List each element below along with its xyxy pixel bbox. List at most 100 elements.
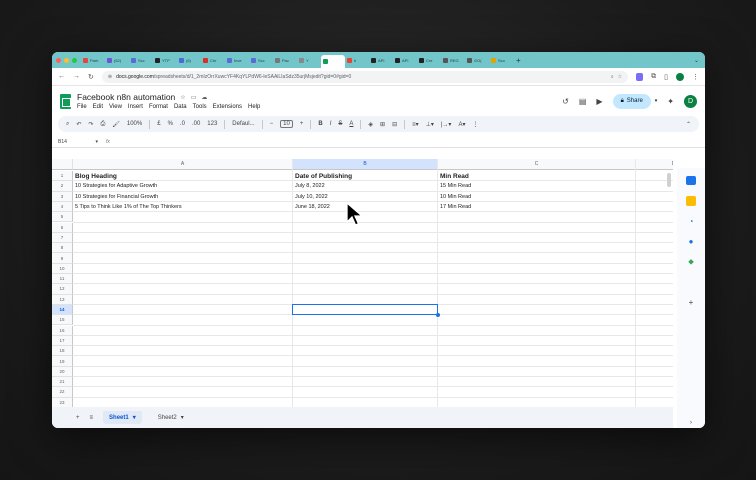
menu-tools[interactable]: Tools: [193, 104, 207, 110]
number-format-button[interactable]: 123: [207, 121, 217, 127]
data-cell[interactable]: 17 Min Read: [438, 202, 636, 212]
browser-tab[interactable]: Pav: [273, 54, 297, 66]
menu-file[interactable]: File: [77, 104, 87, 110]
italic-icon[interactable]: I: [330, 121, 332, 127]
paint-format-icon[interactable]: 🖌︎: [112, 121, 120, 128]
data-cell[interactable]: 10 Strategies for Adaptive Growth: [73, 181, 293, 191]
sheets-logo-icon[interactable]: [60, 93, 71, 109]
data-cell[interactable]: 10 Strategies for Financial Growth: [73, 192, 293, 202]
menu-extensions[interactable]: Extensions: [213, 104, 242, 110]
menu-format[interactable]: Format: [149, 104, 168, 110]
column-header-d[interactable]: D: [636, 159, 673, 170]
browser-tab[interactable]: Sco: [489, 54, 513, 66]
more-options-icon[interactable]: ⋮: [472, 121, 478, 128]
text-wrap-icon[interactable]: |→▾: [441, 121, 452, 128]
browser-tab[interactable]: API: [393, 54, 417, 66]
selected-cell-b14[interactable]: [292, 303, 440, 318]
row-header-6[interactable]: 6: [52, 222, 73, 233]
data-cell[interactable]: 10 Min Read: [438, 192, 636, 202]
row-header-12[interactable]: 12: [52, 284, 73, 295]
row-header-9[interactable]: 9: [52, 253, 73, 264]
data-cell[interactable]: June 18, 2022: [293, 202, 438, 212]
horizontal-align-icon[interactable]: ≡▾: [412, 121, 419, 128]
font-size-input[interactable]: 10: [280, 120, 293, 128]
tasks-icon[interactable]: ◔: [686, 217, 696, 226]
column-header-c[interactable]: C: [438, 159, 636, 170]
star-icon[interactable]: ☆: [180, 94, 185, 101]
sheet-tab-sheet1[interactable]: Sheet1 ▾: [103, 411, 142, 424]
browser-tab[interactable]: [321, 55, 345, 68]
row-header-1[interactable]: 1: [52, 171, 73, 182]
row-header-13[interactable]: 13: [52, 294, 73, 305]
browser-tab[interactable]: Y: [297, 54, 321, 66]
document-title[interactable]: Facebook n8n automation: [77, 92, 175, 102]
row-header-14[interactable]: 14: [52, 304, 73, 316]
font-size-increase-icon[interactable]: +: [300, 121, 304, 127]
row-header-22[interactable]: 22: [52, 387, 73, 398]
chrome-menu-icon[interactable]: ⋮: [692, 73, 699, 81]
share-dropdown-icon[interactable]: ▾: [655, 98, 658, 104]
percent-format-button[interactable]: %: [168, 121, 173, 127]
browser-tab[interactable]: (6): [177, 54, 201, 66]
cloud-status-icon[interactable]: ☁: [201, 94, 207, 101]
row-header-16[interactable]: 16: [52, 325, 73, 336]
share-button[interactable]: 🔒︎ Share: [612, 93, 651, 109]
menu-view[interactable]: View: [109, 104, 122, 110]
strikethrough-icon[interactable]: S: [338, 121, 342, 127]
row-header-17[interactable]: 17: [52, 335, 73, 347]
row-header-15[interactable]: 15: [52, 315, 73, 326]
browser-tab[interactable]: Scc: [129, 54, 153, 66]
keep-icon[interactable]: [686, 196, 696, 206]
row-header-10[interactable]: 10: [52, 263, 73, 274]
extensions-puzzle-icon[interactable]: ⧉: [651, 73, 656, 81]
zoom-lens-icon[interactable]: ⌕: [611, 74, 614, 80]
browser-tab[interactable]: REG: [441, 54, 465, 66]
menu-edit[interactable]: Edit: [93, 104, 103, 110]
sidebar-icon[interactable]: ▯: [664, 73, 668, 81]
merge-cells-icon[interactable]: ⊟: [392, 121, 397, 128]
redo-icon[interactable]: ↷: [88, 121, 93, 128]
data-cell[interactable]: July 8, 2022: [293, 181, 438, 191]
account-avatar[interactable]: D: [684, 94, 697, 108]
browser-tab[interactable]: h: [345, 54, 369, 66]
minimize-window-button[interactable]: [64, 57, 69, 63]
close-window-button[interactable]: [56, 57, 61, 63]
collapse-toolbar-icon[interactable]: ⌃: [686, 121, 691, 128]
tab-search-icon[interactable]: ⌄: [694, 57, 699, 64]
add-sheet-icon[interactable]: +: [76, 415, 80, 421]
browser-tab[interactable]: Cre: [417, 54, 441, 66]
data-cell[interactable]: July 10, 2022: [293, 192, 438, 202]
font-select[interactable]: Defaul...: [232, 121, 254, 127]
vertical-scrollbar[interactable]: [667, 173, 671, 187]
sheet-tab-sheet2[interactable]: Sheet2 ▾: [152, 411, 190, 424]
name-box-dropdown-icon[interactable]: ▾: [95, 139, 98, 145]
row-header-20[interactable]: 20: [52, 366, 73, 377]
browser-tab[interactable]: Partı: [81, 54, 105, 66]
browser-tab[interactable]: Scc: [249, 54, 273, 66]
comments-icon[interactable]: ▤: [579, 97, 587, 106]
data-cell[interactable]: 15 Min Read: [438, 181, 636, 191]
get-addons-icon[interactable]: +: [686, 298, 696, 307]
row-header-19[interactable]: 19: [52, 356, 73, 367]
borders-icon[interactable]: ⊞: [380, 121, 385, 128]
url-field[interactable]: ⊜ docs.google.com/spreadsheets/d/1_2mIzO…: [101, 70, 629, 83]
vertical-align-icon[interactable]: ⊥▾: [426, 121, 434, 128]
menu-help[interactable]: Help: [248, 104, 260, 110]
browser-tab[interactable]: YTP: [153, 54, 177, 66]
row-header-11[interactable]: 11: [52, 274, 73, 285]
forward-button[interactable]: →: [73, 73, 80, 80]
fill-color-icon[interactable]: ◈: [368, 121, 373, 128]
header-cell[interactable]: Min Read: [438, 171, 636, 181]
zoom-select[interactable]: 100%: [127, 121, 142, 127]
browser-tab[interactable]: API: [369, 54, 393, 66]
search-menus-icon[interactable]: ⌕: [66, 121, 69, 128]
maps-icon[interactable]: ⬥: [686, 257, 696, 267]
spreadsheet-grid[interactable]: ABCD123456789101112131415161718192021222…: [52, 159, 673, 407]
profile-avatar-icon[interactable]: [676, 72, 684, 81]
row-header-5[interactable]: 5: [52, 212, 73, 223]
new-tab-button[interactable]: +: [516, 56, 521, 65]
header-cell[interactable]: Date of Publishing: [293, 171, 438, 181]
browser-tab[interactable]: Chr: [201, 54, 225, 66]
row-header-21[interactable]: 21: [52, 377, 73, 388]
name-box[interactable]: B14 ▾: [58, 139, 98, 145]
